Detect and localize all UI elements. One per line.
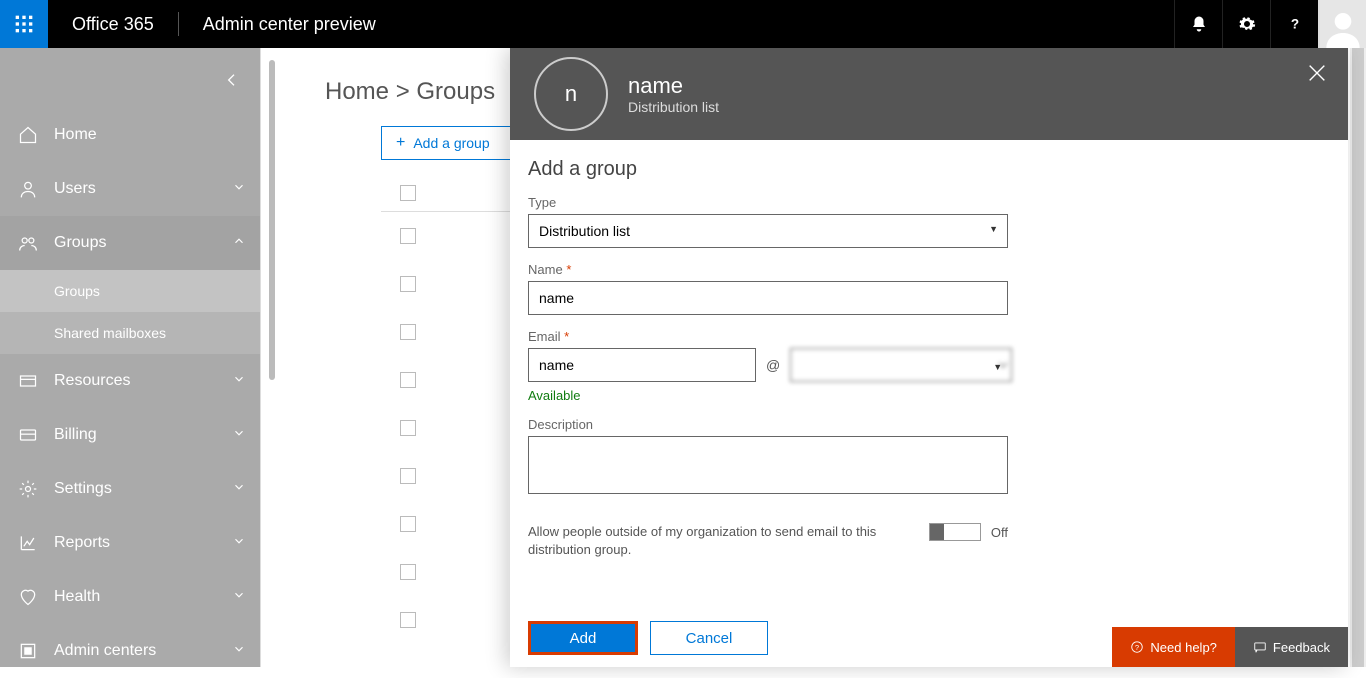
type-label: Type xyxy=(528,195,1330,210)
app-launcher-icon[interactable] xyxy=(0,0,48,48)
feedback-label: Feedback xyxy=(1273,640,1330,655)
sidebar-item-label: Billing xyxy=(54,426,97,444)
email-at-symbol: @ xyxy=(766,357,780,373)
need-help-button[interactable]: ? Need help? xyxy=(1112,627,1235,667)
row-checkbox[interactable] xyxy=(400,420,416,436)
sidebar-item-groups[interactable]: Groups xyxy=(0,216,260,270)
admin-centers-icon xyxy=(14,641,42,661)
row-checkbox[interactable] xyxy=(400,564,416,580)
required-indicator: * xyxy=(566,262,571,277)
email-label: Email * xyxy=(528,329,1330,344)
chevron-down-icon xyxy=(232,642,246,661)
chevron-down-icon xyxy=(232,534,246,553)
sidebar-item-label: Home xyxy=(54,126,97,144)
brand-label: Office 365 xyxy=(48,14,178,35)
sidebar-item-reports[interactable]: Reports xyxy=(0,516,260,570)
chevron-down-icon xyxy=(232,480,246,499)
sidebar-item-label: Groups xyxy=(54,234,106,252)
health-icon xyxy=(14,587,42,607)
name-label: Name * xyxy=(528,262,1330,277)
sidebar-item-label: Health xyxy=(54,588,100,606)
panel-header: n name Distribution list xyxy=(510,48,1348,140)
need-help-label: Need help? xyxy=(1150,640,1217,655)
sidebar-item-label: Users xyxy=(54,180,96,198)
allow-external-toggle[interactable] xyxy=(929,523,981,541)
email-local-input[interactable] xyxy=(528,348,756,382)
row-checkbox[interactable] xyxy=(400,612,416,628)
required-indicator: * xyxy=(564,329,569,344)
panel-name: name xyxy=(628,73,719,99)
row-checkbox[interactable] xyxy=(400,372,416,388)
page-title: Admin center preview xyxy=(179,14,400,35)
sidebar-item-label: Resources xyxy=(54,372,130,390)
avatar-initial: n xyxy=(565,81,577,107)
sidebar-subitem-groups[interactable]: Groups xyxy=(0,270,260,312)
svg-text:?: ? xyxy=(1135,643,1139,652)
allow-external-text: Allow people outside of my organization … xyxy=(528,523,905,559)
billing-icon xyxy=(14,425,42,445)
group-avatar: n xyxy=(534,57,608,131)
add-button[interactable]: Add xyxy=(528,621,638,655)
add-group-button[interactable]: + Add a group xyxy=(381,126,511,160)
user-avatar[interactable] xyxy=(1318,0,1366,48)
feedback-button[interactable]: Feedback xyxy=(1235,627,1348,667)
cancel-button[interactable]: Cancel xyxy=(650,621,768,655)
sidebar-item-admin-centers[interactable]: Admin centers xyxy=(0,624,260,678)
svg-text:?: ? xyxy=(1290,17,1298,32)
add-group-panel: n name Distribution list Add a group Typ… xyxy=(510,48,1348,667)
row-checkbox[interactable] xyxy=(400,324,416,340)
row-checkbox[interactable] xyxy=(400,468,416,484)
content-scrollbar[interactable] xyxy=(269,48,275,667)
sidebar-subitem-label: Groups xyxy=(54,283,100,299)
description-textarea[interactable] xyxy=(528,436,1008,494)
sidebar-item-billing[interactable]: Billing xyxy=(0,408,260,462)
home-icon xyxy=(14,125,42,145)
gear-icon xyxy=(14,479,42,499)
sidebar-item-settings[interactable]: Settings xyxy=(0,462,260,516)
panel-subtitle: Distribution list xyxy=(628,99,719,115)
sidebar-item-health[interactable]: Health xyxy=(0,570,260,624)
type-select[interactable]: Distribution list xyxy=(528,214,1008,248)
page-scrollbar[interactable] xyxy=(1350,48,1366,667)
row-checkbox[interactable] xyxy=(400,276,416,292)
chevron-down-icon xyxy=(232,426,246,445)
add-group-button-label: Add a group xyxy=(413,135,489,151)
breadcrumb-sep: > xyxy=(389,78,416,105)
chevron-up-icon xyxy=(232,234,246,253)
form-title: Add a group xyxy=(528,158,1330,181)
reports-icon xyxy=(14,533,42,553)
breadcrumb-current: Groups xyxy=(416,78,495,105)
sidebar-item-resources[interactable]: Resources xyxy=(0,354,260,408)
row-checkbox[interactable] xyxy=(400,516,416,532)
groups-icon xyxy=(14,233,42,253)
sidebar-subitem-label: Shared mailboxes xyxy=(54,325,166,341)
select-all-checkbox[interactable] xyxy=(400,185,416,201)
plus-icon: + xyxy=(396,134,405,152)
breadcrumb-home[interactable]: Home xyxy=(325,78,389,105)
chevron-down-icon xyxy=(232,180,246,199)
sidebar-item-label: Reports xyxy=(54,534,110,552)
gear-icon[interactable] xyxy=(1222,0,1270,48)
sidebar-item-users[interactable]: Users xyxy=(0,162,260,216)
notifications-icon[interactable] xyxy=(1174,0,1222,48)
sidebar-item-label: Admin centers xyxy=(54,642,156,660)
users-icon xyxy=(14,179,42,199)
sidebar: Home Users Groups Groups Shared mailboxe… xyxy=(0,48,260,667)
resources-icon xyxy=(14,371,42,391)
description-label: Description xyxy=(528,417,1330,432)
row-checkbox[interactable] xyxy=(400,228,416,244)
chevron-down-icon xyxy=(232,588,246,607)
email-domain-select[interactable] xyxy=(790,348,1012,382)
sidebar-collapse-icon[interactable] xyxy=(220,68,244,92)
toggle-state-label: Off xyxy=(991,525,1008,540)
sidebar-item-label: Settings xyxy=(54,480,112,498)
chevron-down-icon xyxy=(232,372,246,391)
sidebar-item-home[interactable]: Home xyxy=(0,108,260,162)
name-input[interactable] xyxy=(528,281,1008,315)
email-available-status: Available xyxy=(528,388,1330,403)
help-icon[interactable]: ? xyxy=(1270,0,1318,48)
sidebar-subitem-shared-mailboxes[interactable]: Shared mailboxes xyxy=(0,312,260,354)
close-icon[interactable] xyxy=(1306,62,1328,89)
